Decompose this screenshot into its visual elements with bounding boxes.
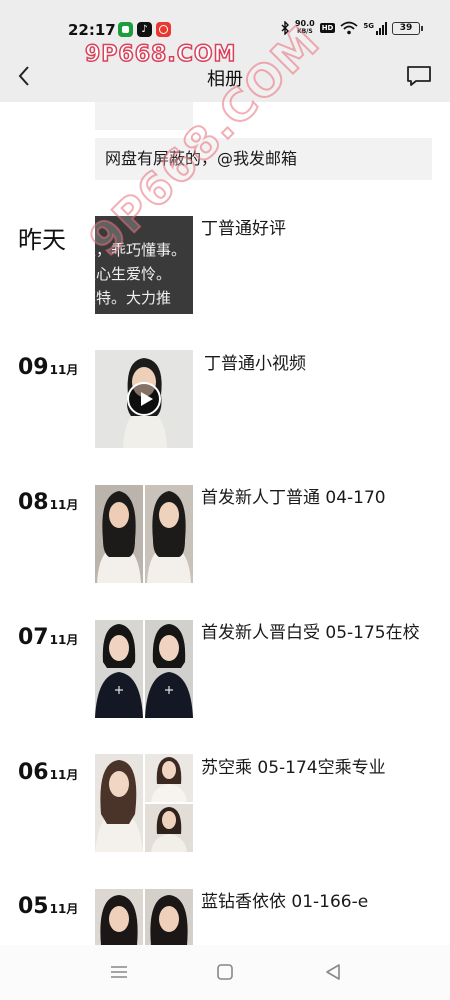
- hd-badge: HD: [319, 23, 336, 33]
- date-month: 11月: [49, 633, 79, 647]
- date-07: 0711月: [18, 625, 78, 650]
- post-caption-09[interactable]: 丁普通小视频: [204, 351, 439, 377]
- photo-image: [145, 889, 193, 945]
- notification-icons: ♪: [118, 22, 171, 37]
- photo-grid-06[interactable]: [95, 754, 193, 852]
- date-day: 05: [18, 894, 49, 919]
- post-caption-05[interactable]: 蓝钻香依依 01-166-e: [201, 889, 436, 915]
- date-month: 11月: [49, 902, 79, 916]
- photo-image: [145, 804, 193, 852]
- date-05: 0511月: [18, 894, 78, 919]
- photo-image: [95, 754, 143, 852]
- photo-image: [145, 485, 193, 583]
- watermark-top: 9P668.COM: [84, 41, 237, 68]
- date-09: 0911月: [18, 355, 78, 380]
- photo-image: [95, 485, 143, 583]
- photo-image: [145, 754, 193, 802]
- home-icon[interactable]: [214, 961, 236, 983]
- signal-icon: 5G: [363, 21, 387, 35]
- message-button[interactable]: [406, 64, 432, 88]
- menu-icon[interactable]: [108, 961, 130, 983]
- photo-image: [95, 889, 143, 945]
- date-08: 0811月: [18, 490, 78, 515]
- previous-post-fragment[interactable]: [95, 102, 193, 130]
- photo-image: [145, 620, 193, 718]
- back-triangle-icon[interactable]: [322, 961, 344, 983]
- netease-music-icon: [156, 22, 171, 37]
- date-month: 11月: [49, 498, 79, 512]
- date-month: 11月: [49, 768, 79, 782]
- status-time: 22:17: [68, 21, 116, 39]
- tiktok-icon: ♪: [137, 22, 152, 37]
- thumb-line-2: 人心生爱怜。: [95, 265, 172, 283]
- battery-icon: 39: [392, 21, 423, 35]
- date-day: 09: [18, 355, 49, 380]
- play-icon[interactable]: [127, 382, 161, 416]
- post-caption-07[interactable]: 首发新人晋白受 05-175在校: [201, 620, 436, 646]
- post-caption-06[interactable]: 苏空乘 05-174空乘专业: [201, 755, 436, 781]
- date-day: 06: [18, 760, 49, 785]
- photo-grid-08[interactable]: [95, 485, 193, 583]
- date-06: 0611月: [18, 760, 78, 785]
- wifi-icon: [340, 21, 358, 35]
- system-navigation-bar: [0, 945, 450, 1000]
- photo-grid-05[interactable]: [95, 889, 193, 945]
- date-day: 08: [18, 490, 49, 515]
- photo-grid-07[interactable]: [95, 620, 193, 718]
- post-caption-yesterday[interactable]: 丁普通好评: [201, 216, 436, 242]
- video-thumbnail-09[interactable]: [95, 350, 193, 448]
- date-month: 11月: [49, 363, 79, 377]
- date-day: 07: [18, 625, 49, 650]
- signal-label: 5G: [363, 21, 374, 30]
- message-icon: [407, 66, 431, 86]
- post-caption-08[interactable]: 首发新人丁普通 04-170: [201, 485, 436, 511]
- wechat-icon: [118, 22, 133, 37]
- photo-image: [95, 620, 143, 718]
- date-yesterday: 昨天: [18, 226, 66, 254]
- thumb-line-3: 模特。大力推: [95, 289, 172, 307]
